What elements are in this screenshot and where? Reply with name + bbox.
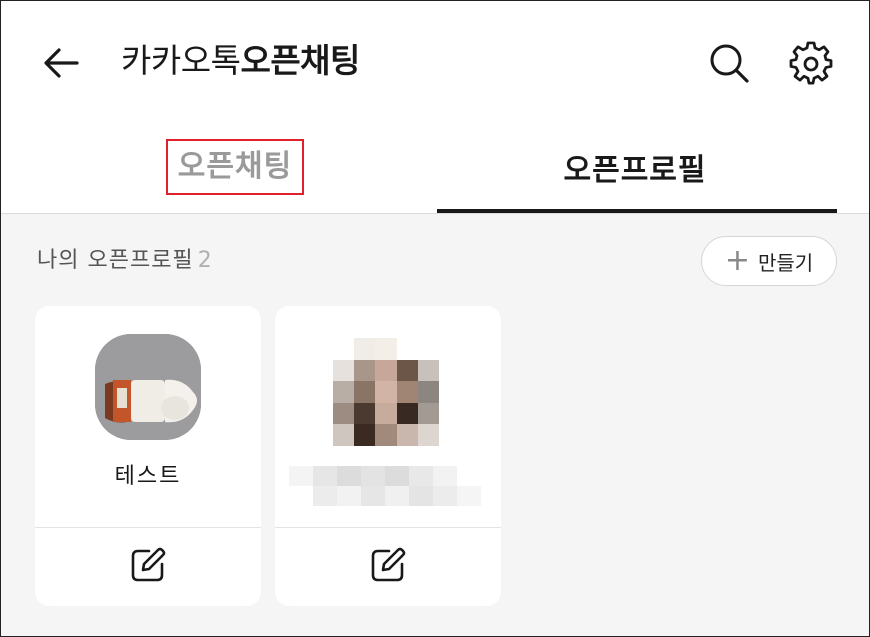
gear-icon[interactable] (789, 41, 833, 85)
create-profile-label: 만들기 (757, 250, 814, 275)
blurred-name (289, 466, 481, 506)
card-divider (275, 527, 501, 528)
edit-icon[interactable] (129, 546, 167, 584)
profile-name: 테스트 (114, 464, 182, 489)
page-title: 카카오톡오픈채팅 (121, 39, 360, 83)
tab-open-profile[interactable]: 오픈프로필 (435, 119, 835, 214)
tab-open-profile-label: 오픈프로필 (563, 152, 707, 188)
avatar (95, 334, 201, 440)
header: 카카오톡오픈채팅 (1, 1, 869, 119)
card-divider (35, 527, 261, 528)
section-title: 나의 오픈프로필 2 (37, 246, 213, 276)
arrow-left-icon[interactable] (41, 43, 81, 83)
tab-open-chat[interactable]: 오픈채팅 (35, 119, 435, 214)
search-icon[interactable] (707, 41, 751, 85)
product-photo-image (95, 334, 201, 440)
tab-bar: 오픈채팅 오픈프로필 (1, 119, 869, 214)
app-window: 카카오톡오픈채팅 오픈채팅 오픈프로필 나의 오픈프로필 2 + 만들기 테스트 (0, 0, 870, 637)
profile-card[interactable]: 테스트 (35, 306, 261, 606)
profile-card[interactable] (275, 306, 501, 606)
section-title-text: 나의 오픈프로필 (37, 248, 194, 273)
tab-active-indicator (437, 209, 837, 213)
page-title-bold: 오픈채팅 (240, 41, 360, 80)
avatar (333, 338, 439, 446)
edit-icon[interactable] (369, 546, 407, 584)
page-title-regular: 카카오톡 (121, 41, 241, 80)
create-profile-button[interactable]: + 만들기 (701, 236, 837, 286)
profile-section: 나의 오픈프로필 2 + 만들기 테스트 (1, 214, 869, 636)
plus-icon: + (724, 243, 750, 278)
profile-count: 2 (197, 248, 213, 273)
tab-open-chat-label: 오픈채팅 (165, 138, 305, 195)
